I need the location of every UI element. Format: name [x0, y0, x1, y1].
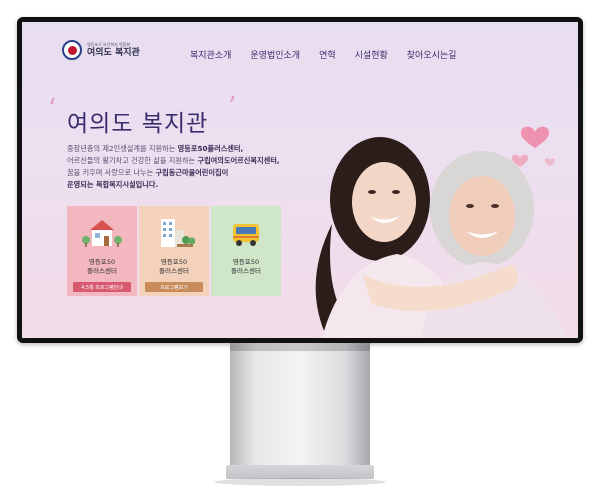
close-quote-mark: ’ [228, 92, 237, 122]
desc-line-3: 꿈을 키우며 사랑으로 나누는 구립동근마을어린이집이 [67, 168, 229, 177]
house-icon [82, 220, 122, 247]
site-logo[interactable]: 영등포구 보건복지 연합회 여의도 복지관 [62, 40, 140, 60]
facility-card[interactable]: 영등포50 플러스센터 4,5월 프로그램안내 [67, 206, 137, 296]
facility-card[interactable]: 영등포50 플러스센터 [211, 206, 281, 296]
monitor-stand-base [226, 465, 374, 479]
nav-item-history[interactable]: 연혁 [319, 48, 336, 61]
base-shadow [214, 478, 386, 486]
monitor-stand-neck [230, 343, 370, 475]
hero-title: 여의도 복지관 [67, 111, 209, 137]
website-screen: 영등포구 보건복지 연합회 여의도 복지관 복지관소개 운영법인소개 연혁 시설… [22, 22, 578, 338]
facility-card[interactable]: 영등포50 플러스센터 프로그램보기 [139, 206, 209, 296]
program-view-button[interactable]: 프로그램보기 [145, 282, 203, 292]
hero-description: 중장년층의 제2인생설계를 지원하는 영등포50플러스센터, 어르신들의 활기차… [67, 143, 280, 191]
nav-item-facilities[interactable]: 시설현황 [355, 48, 388, 61]
nav-item-corporation[interactable]: 운영법인소개 [250, 48, 300, 61]
desc-line-4: 운영되는 복합복지시설입니다. [67, 180, 159, 189]
card-title-line-1: 영등포50 [232, 258, 260, 266]
nav-item-about[interactable]: 복지관소개 [190, 48, 231, 61]
nav-item-directions[interactable]: 찾아오시는길 [407, 48, 457, 61]
main-nav: 복지관소개 운영법인소개 연혁 시설현황 찾아오시는길 [190, 48, 475, 61]
monitor-frame: 영등포구 보건복지 연합회 여의도 복지관 복지관소개 운영법인소개 연혁 시설… [17, 17, 583, 343]
open-quote-mark: ‘ [48, 94, 57, 124]
logo-subtitle: 영등포구 보건복지 연합회 [87, 41, 131, 47]
building-icon [161, 219, 195, 247]
stand-shadow [230, 343, 370, 351]
heart-icon [511, 126, 556, 167]
program-info-button[interactable]: 4,5월 프로그램안내 [73, 282, 131, 292]
facility-cards: 영등포50 플러스센터 4,5월 프로그램안내 영등포50 플러스센터 프로그램… [67, 206, 281, 296]
card-title-line-2: 플러스센터 [87, 267, 117, 275]
desc-line-1: 중장년층의 제2인생설계를 지원하는 영등포50플러스센터, [67, 144, 244, 153]
bus-icon [233, 224, 259, 246]
card-title-line-2: 플러스센터 [159, 267, 189, 275]
card-title-line-2: 플러스센터 [231, 267, 261, 275]
card-title-line-1: 영등포50 [160, 258, 188, 266]
card-title-line-1: 영등포50 [88, 258, 116, 266]
emblem-icon [62, 40, 82, 60]
logo-name: 여의도 복지관 [87, 47, 140, 58]
desc-line-2: 어르신들의 활기차고 건강한 삶을 지원하는 구립여의도어르신복지센터, [67, 156, 280, 165]
